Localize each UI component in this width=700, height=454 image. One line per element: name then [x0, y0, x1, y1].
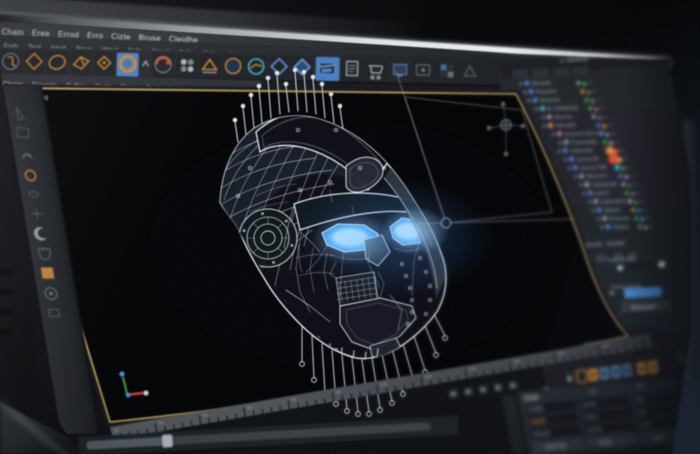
svg-text:Hesvst NB: Hesvst NB	[580, 165, 607, 172]
svg-text:Mecrvo: Mecrvo	[554, 114, 573, 121]
svg-text:Sword IB: Sword IB	[576, 156, 599, 163]
svg-text:Moevlon: Moevlon	[536, 89, 557, 96]
svg-text:Meravls: Meravls	[531, 81, 551, 88]
svg-text:Fewevlvlty: Fewevlvlty	[571, 139, 598, 146]
svg-text:Stlnolrt3: Stlnolrt3	[555, 123, 576, 130]
svg-text:Iqsrrlt: Iqsrrlt	[595, 191, 610, 197]
svg-text:Mltrcwvr: Mltrcwvr	[586, 173, 607, 180]
svg-text:Revanls: Revanls	[540, 97, 561, 104]
svg-text:Vebsrvlt3: Vebsrvlt3	[570, 148, 593, 155]
svg-text:Er Orbilawrlj: Er Orbilawrlj	[547, 106, 578, 113]
svg-text:Spwrd: Spwrd	[604, 207, 620, 214]
svg-text:Topwjvlvltl: Topwjvlvltl	[592, 182, 617, 189]
